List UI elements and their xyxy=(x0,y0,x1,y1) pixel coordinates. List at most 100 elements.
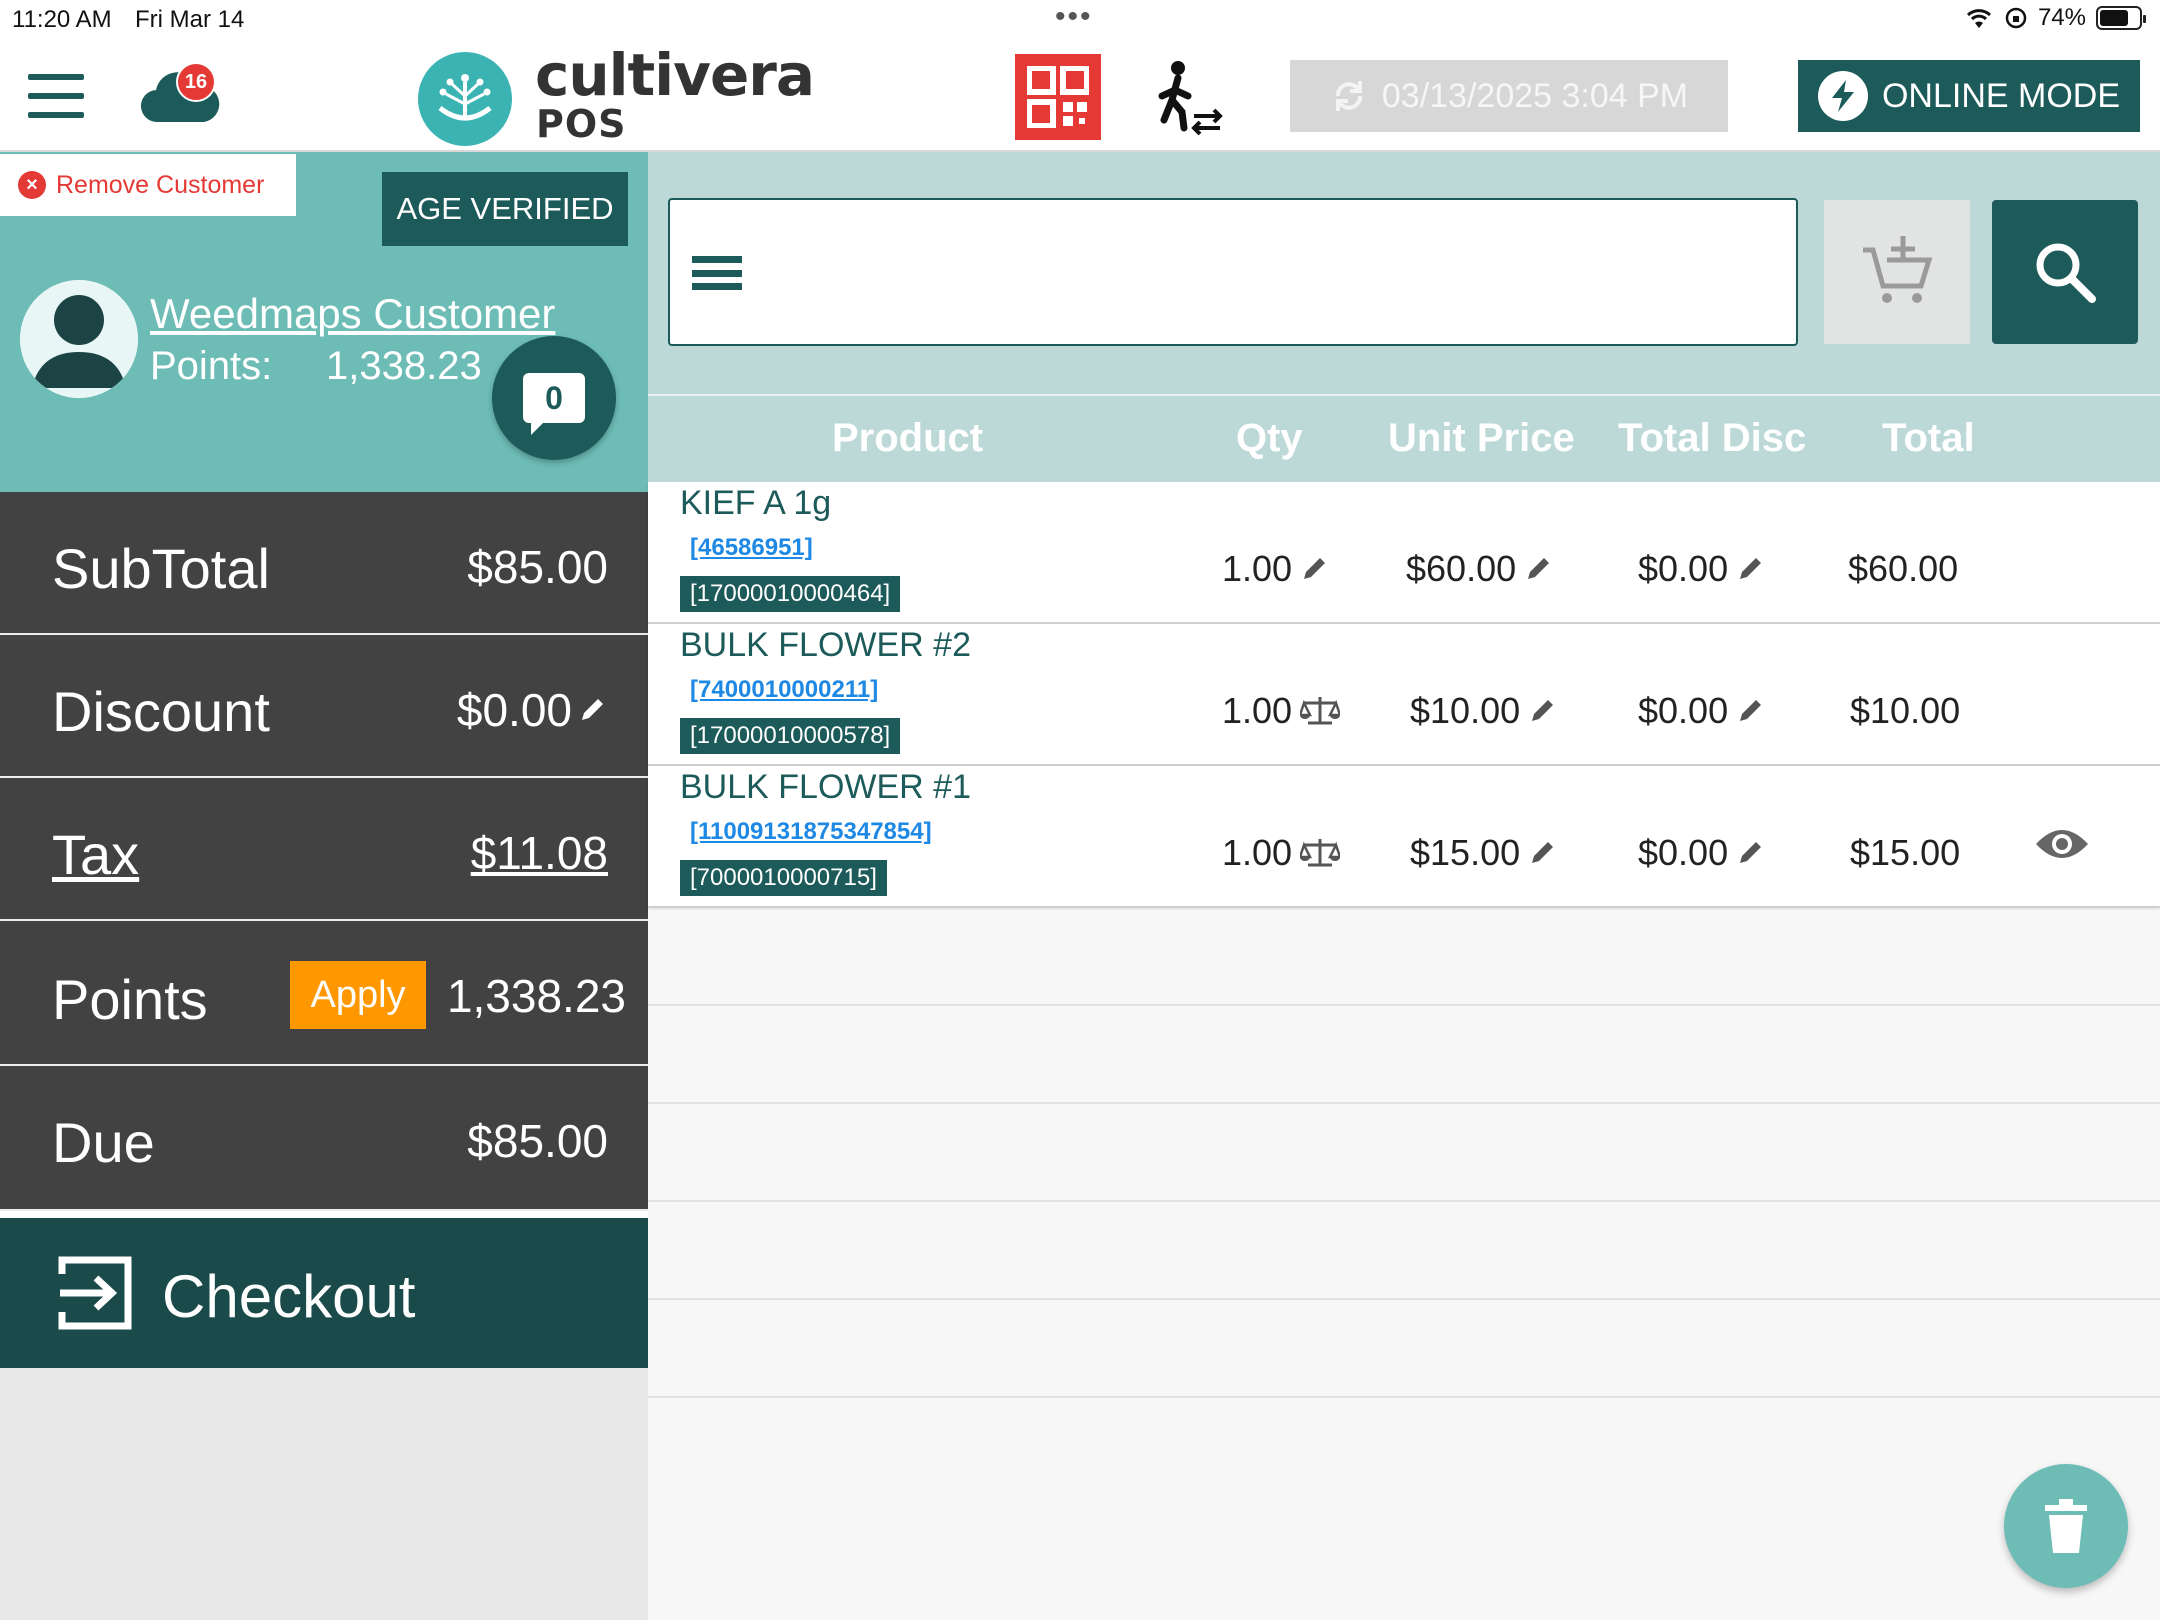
product-name: BULK FLOWER #2 xyxy=(680,626,971,664)
qty-cell[interactable]: 1.00 xyxy=(1222,832,1341,874)
subtotal-label: SubTotal xyxy=(52,537,270,600)
status-date: Fri Mar 14 xyxy=(135,6,245,33)
qty-value: 1.00 xyxy=(1222,548,1293,589)
points-row: Points Apply 1,338.23 xyxy=(0,921,648,1066)
total-disc-value: $0.00 xyxy=(1638,690,1729,731)
remove-customer-button[interactable]: × Remove Customer xyxy=(0,154,296,216)
tax-row[interactable]: Tax $11.08 xyxy=(0,778,648,921)
pencil-icon[interactable] xyxy=(1524,555,1552,583)
app-header: 16 cultivera POS 03/13/2025 3:04 PM ONLI… xyxy=(0,40,2160,152)
product-id-link[interactable]: [7400010000211] xyxy=(690,676,878,704)
product-name: BULK FLOWER #1 xyxy=(680,768,971,806)
left-panel-footer xyxy=(0,1368,648,1620)
pencil-icon[interactable] xyxy=(1736,555,1764,583)
total-cell: $10.00 xyxy=(1850,690,1960,732)
cart-plus-icon xyxy=(1863,236,1933,303)
tax-label[interactable]: Tax xyxy=(52,822,139,887)
cart-rows: KIEF A 1g [46586951] [17000010000464] 1.… xyxy=(648,482,2160,908)
unit-price-value: $60.00 xyxy=(1406,548,1517,589)
total-disc-cell[interactable]: $0.00 xyxy=(1638,548,1764,590)
divider xyxy=(648,1004,2160,1006)
multitask-dots[interactable]: ••• xyxy=(1055,0,1093,34)
table-row[interactable]: BULK FLOWER #2 [7400010000211] [17000010… xyxy=(648,624,2160,766)
qty-cell[interactable]: 1.00 xyxy=(1222,690,1341,732)
pencil-icon[interactable] xyxy=(1736,697,1764,725)
last-sync-time: 03/13/2025 3:04 PM xyxy=(1381,76,1689,115)
tax-value[interactable]: $11.08 xyxy=(471,826,608,880)
total-value: $60.00 xyxy=(1848,548,1959,589)
wifi-icon xyxy=(1966,9,1991,28)
total-disc-value: $0.00 xyxy=(1638,832,1729,873)
scale-icon[interactable] xyxy=(1300,837,1341,869)
walk-in-icon xyxy=(1158,61,1223,136)
notification-badge: 16 xyxy=(176,62,216,102)
product-search-input[interactable] xyxy=(770,220,1770,324)
pencil-icon[interactable] xyxy=(1528,697,1556,725)
search-menu-button[interactable] xyxy=(692,256,742,290)
scale-icon[interactable] xyxy=(1300,695,1341,727)
orientation-lock-icon xyxy=(2005,7,2027,29)
customer-panel: × Remove Customer AGE VERIFIED Weedmaps … xyxy=(0,152,648,492)
search-button[interactable] xyxy=(1992,200,2138,344)
product-id-link[interactable]: [11009131875347854] xyxy=(690,818,932,846)
list-icon xyxy=(692,256,742,263)
checkout-button[interactable]: Checkout xyxy=(0,1218,648,1368)
eye-icon[interactable] xyxy=(2034,824,2090,864)
col-qty: Qty xyxy=(1236,416,1303,460)
lightning-icon xyxy=(1817,71,1868,121)
unit-price-cell[interactable]: $10.00 xyxy=(1410,690,1556,732)
unit-price-value: $10.00 xyxy=(1410,690,1521,731)
search-band xyxy=(648,152,2160,394)
add-to-cart-button[interactable] xyxy=(1824,200,1970,344)
brand-logo-icon xyxy=(418,52,512,146)
avatar xyxy=(20,280,138,398)
total-disc-cell[interactable]: $0.00 xyxy=(1638,832,1764,874)
main-menu-button[interactable] xyxy=(28,74,84,118)
total-disc-value: $0.00 xyxy=(1638,548,1729,589)
clear-cart-button[interactable] xyxy=(2004,1464,2128,1588)
unit-price-cell[interactable]: $60.00 xyxy=(1406,548,1552,590)
message-icon: 0 xyxy=(523,373,585,435)
walk-in-button[interactable] xyxy=(1148,58,1228,138)
customer-points-label: Points: xyxy=(150,344,273,388)
brand-name: cultivera xyxy=(535,41,815,109)
table-row[interactable]: KIEF A 1g [46586951] [17000010000464] 1.… xyxy=(648,482,2160,624)
checkout-icon xyxy=(58,1256,132,1330)
table-row[interactable]: BULK FLOWER #1 [11009131875347854] [7000… xyxy=(648,766,2160,908)
totals-panel: SubTotal $85.00 Discount $0.00 Tax $11.0… xyxy=(0,492,648,1211)
customer-name-link[interactable]: Weedmaps Customer xyxy=(150,290,555,338)
qty-cell[interactable]: 1.00 xyxy=(1222,548,1328,590)
total-disc-cell[interactable]: $0.00 xyxy=(1638,690,1764,732)
discount-value: $0.00 xyxy=(456,684,572,736)
remove-customer-label: Remove Customer xyxy=(56,170,265,199)
qty-value: 1.00 xyxy=(1222,832,1293,873)
due-value: $85.00 xyxy=(467,1115,608,1167)
unit-price-cell[interactable]: $15.00 xyxy=(1410,832,1556,874)
col-total-disc: Total Disc xyxy=(1618,416,1807,460)
pencil-icon xyxy=(582,699,603,720)
online-mode-button[interactable]: ONLINE MODE xyxy=(1798,60,2140,132)
product-barcode: [7000010000715] xyxy=(680,860,887,896)
pencil-icon[interactable] xyxy=(1300,555,1328,583)
discount-row[interactable]: Discount $0.00 xyxy=(0,635,648,778)
qr-code-icon xyxy=(1027,66,1089,128)
points-value: 1,338.23 xyxy=(446,970,626,1022)
pencil-icon[interactable] xyxy=(1528,839,1556,867)
battery-percent: 74% xyxy=(2037,4,2086,31)
total-cell: $60.00 xyxy=(1848,548,1958,590)
subtotal-row: SubTotal $85.00 xyxy=(0,492,648,635)
divider xyxy=(648,1298,2160,1300)
sync-button[interactable]: 03/13/2025 3:04 PM xyxy=(1290,60,1728,132)
discount-value-wrap[interactable]: $0.00 xyxy=(457,683,606,737)
col-unit-price: Unit Price xyxy=(1388,416,1575,460)
pencil-icon[interactable] xyxy=(1736,839,1764,867)
total-value: $10.00 xyxy=(1850,690,1961,731)
apply-points-button[interactable]: Apply xyxy=(290,961,426,1029)
customer-messages-button[interactable]: 0 xyxy=(492,336,616,460)
divider xyxy=(648,1102,2160,1104)
product-search-box[interactable] xyxy=(668,198,1798,346)
product-id-link[interactable]: [46586951] xyxy=(690,534,813,562)
qr-scan-button[interactable] xyxy=(1015,54,1101,140)
trash-icon xyxy=(2045,1499,2087,1553)
sync-icon xyxy=(1335,81,1362,111)
